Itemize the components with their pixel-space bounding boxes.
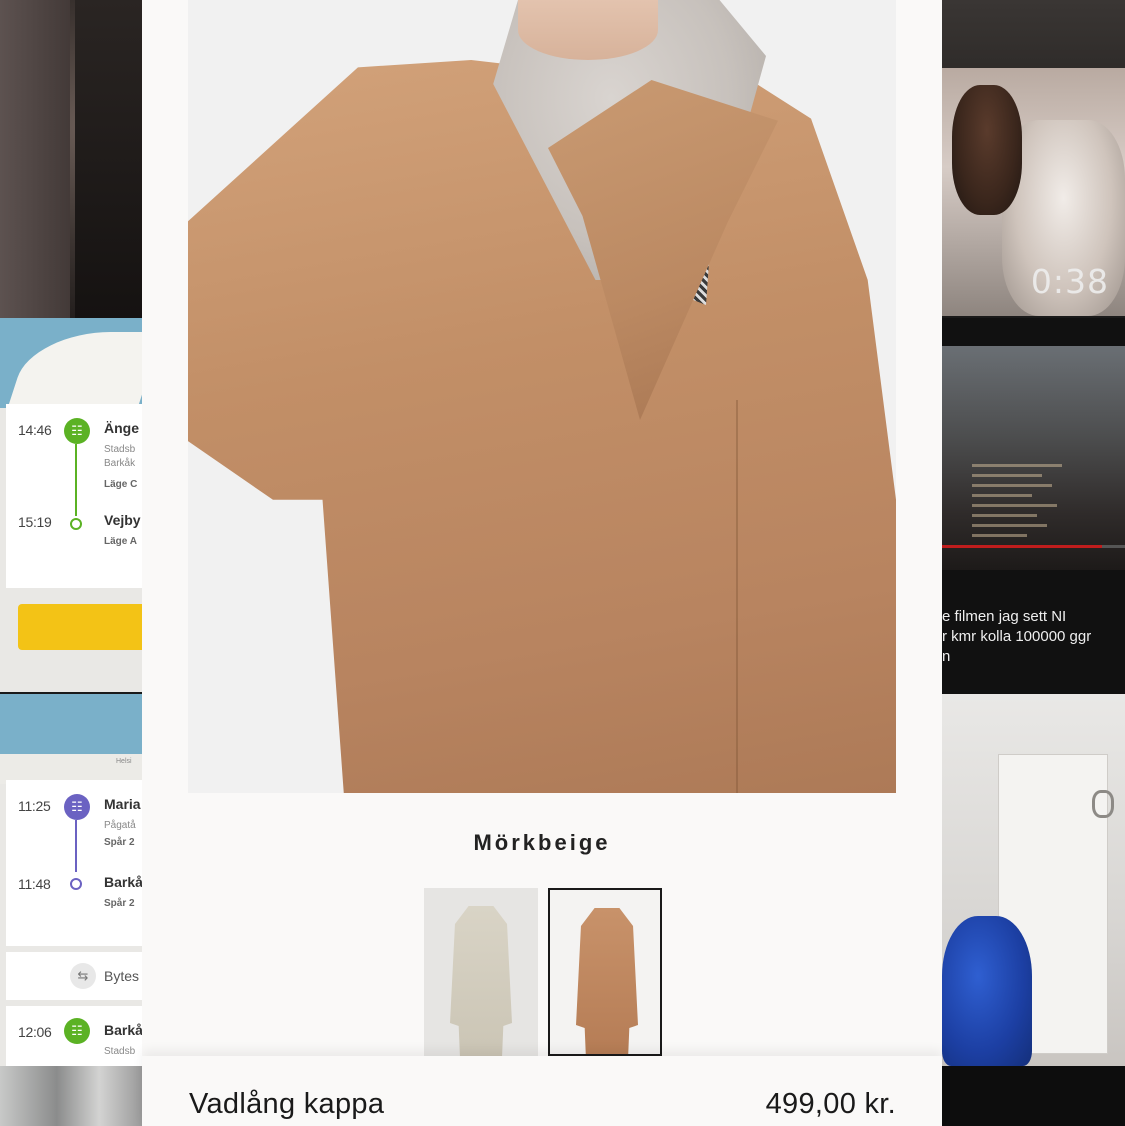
trip-card: 14:46 ☷ Änge Stadsb Barkåk Läge C 15:19 … <box>6 404 142 588</box>
platform-label: Läge A <box>104 536 137 547</box>
product-price: 499,00 kr. <box>765 1088 896 1120</box>
transfer-label: Bytes <box>104 968 140 984</box>
product-title: Vadlång kappa <box>189 1088 385 1120</box>
stop-detail: Stadsb <box>104 1046 136 1057</box>
blurred-photo-shadow <box>75 0 142 318</box>
platform-label: Läge C <box>104 479 138 490</box>
stop-detail: Stadsb <box>104 444 136 455</box>
door-handle <box>1092 790 1114 818</box>
stop-dot-icon <box>70 518 82 530</box>
color-swatch-dark-beige[interactable] <box>548 888 662 1056</box>
video-thumbnail-person <box>942 916 1032 1066</box>
background-video-tile-bottom-left[interactable] <box>0 1066 142 1126</box>
departure-time: 11:25 <box>18 798 51 814</box>
departure-time: 12:06 <box>18 1024 52 1040</box>
train-icon: ☷ <box>64 1018 90 1044</box>
background-transit-card-top[interactable]: 14:46 ☷ Änge Stadsb Barkåk Läge C 15:19 … <box>0 318 142 692</box>
background-video-tile-bottom-right-2[interactable] <box>942 1066 1125 1126</box>
background-video-tile-mid-right[interactable]: e filmen jag sett NI r kmr kolla 100000 … <box>942 318 1125 694</box>
stop-name: Barkå <box>104 1022 142 1038</box>
stop-detail: Barkåk <box>104 458 136 469</box>
platform-label: Spår 2 <box>104 837 135 848</box>
route-line <box>75 444 77 516</box>
product-image[interactable] <box>188 0 896 793</box>
video-caption-line: e filmen jag sett NI <box>942 608 1067 625</box>
video-duration: 0:38 <box>1030 262 1109 301</box>
coat-thumbnail <box>450 906 512 1056</box>
train-icon: ☷ <box>64 794 90 820</box>
stop-dot-icon <box>70 878 82 890</box>
video-thumbnail-person <box>952 85 1022 215</box>
map-city-label: Helsi <box>116 758 132 765</box>
stop-detail: Pågatå <box>104 820 136 831</box>
background-transit-card-bottom[interactable]: Helsi 11:25 ☷ Maria Pågatå Spår 2 11:48 … <box>0 694 142 1066</box>
product-modal: Mörkbeige Vadlång kappa 499,00 kr. <box>142 0 942 1126</box>
video-thumbnail <box>942 346 1125 570</box>
route-line <box>75 820 77 872</box>
transfer-icon: ⇆ <box>70 963 96 989</box>
trip-card: 11:25 ☷ Maria Pågatå Spår 2 11:48 Barkå … <box>6 780 142 946</box>
selected-color-name: Mörkbeige <box>473 830 611 855</box>
color-swatch-light-beige[interactable] <box>424 888 538 1056</box>
video-caption-line: r kmr kolla 100000 ggr <box>942 628 1092 645</box>
buy-ticket-button[interactable] <box>18 604 142 650</box>
background-video-tile-bottom-right[interactable] <box>942 694 1125 1066</box>
trip-card: 12:06 ☷ Barkå Stadsb <box>6 1006 142 1066</box>
platform-label: Spår 2 <box>104 898 135 909</box>
arrival-time: 11:48 <box>18 876 51 892</box>
model-neck <box>518 0 658 60</box>
map-thumbnail: Helsi <box>0 694 142 784</box>
arrival-time: 15:19 <box>18 514 52 530</box>
video-caption-line: n <box>942 648 951 665</box>
background-video-tile-top-right[interactable]: 0:38 <box>942 0 1125 316</box>
stop-name: Änge <box>104 420 139 436</box>
departure-time: 14:46 <box>18 422 52 438</box>
coat-thumbnail <box>576 908 638 1054</box>
transfer-row: ⇆ Bytes <box>6 952 142 1000</box>
stop-name: Maria <box>104 796 141 812</box>
background-video-tile-top-left[interactable] <box>0 0 142 318</box>
coat-seam <box>736 400 738 793</box>
stop-name: Barkå <box>104 874 142 890</box>
video-progress-bar <box>942 545 1102 548</box>
blurred-photo <box>0 0 70 318</box>
stop-name: Vejby <box>104 512 141 528</box>
map-thumbnail <box>0 318 142 408</box>
train-icon: ☷ <box>64 418 90 444</box>
